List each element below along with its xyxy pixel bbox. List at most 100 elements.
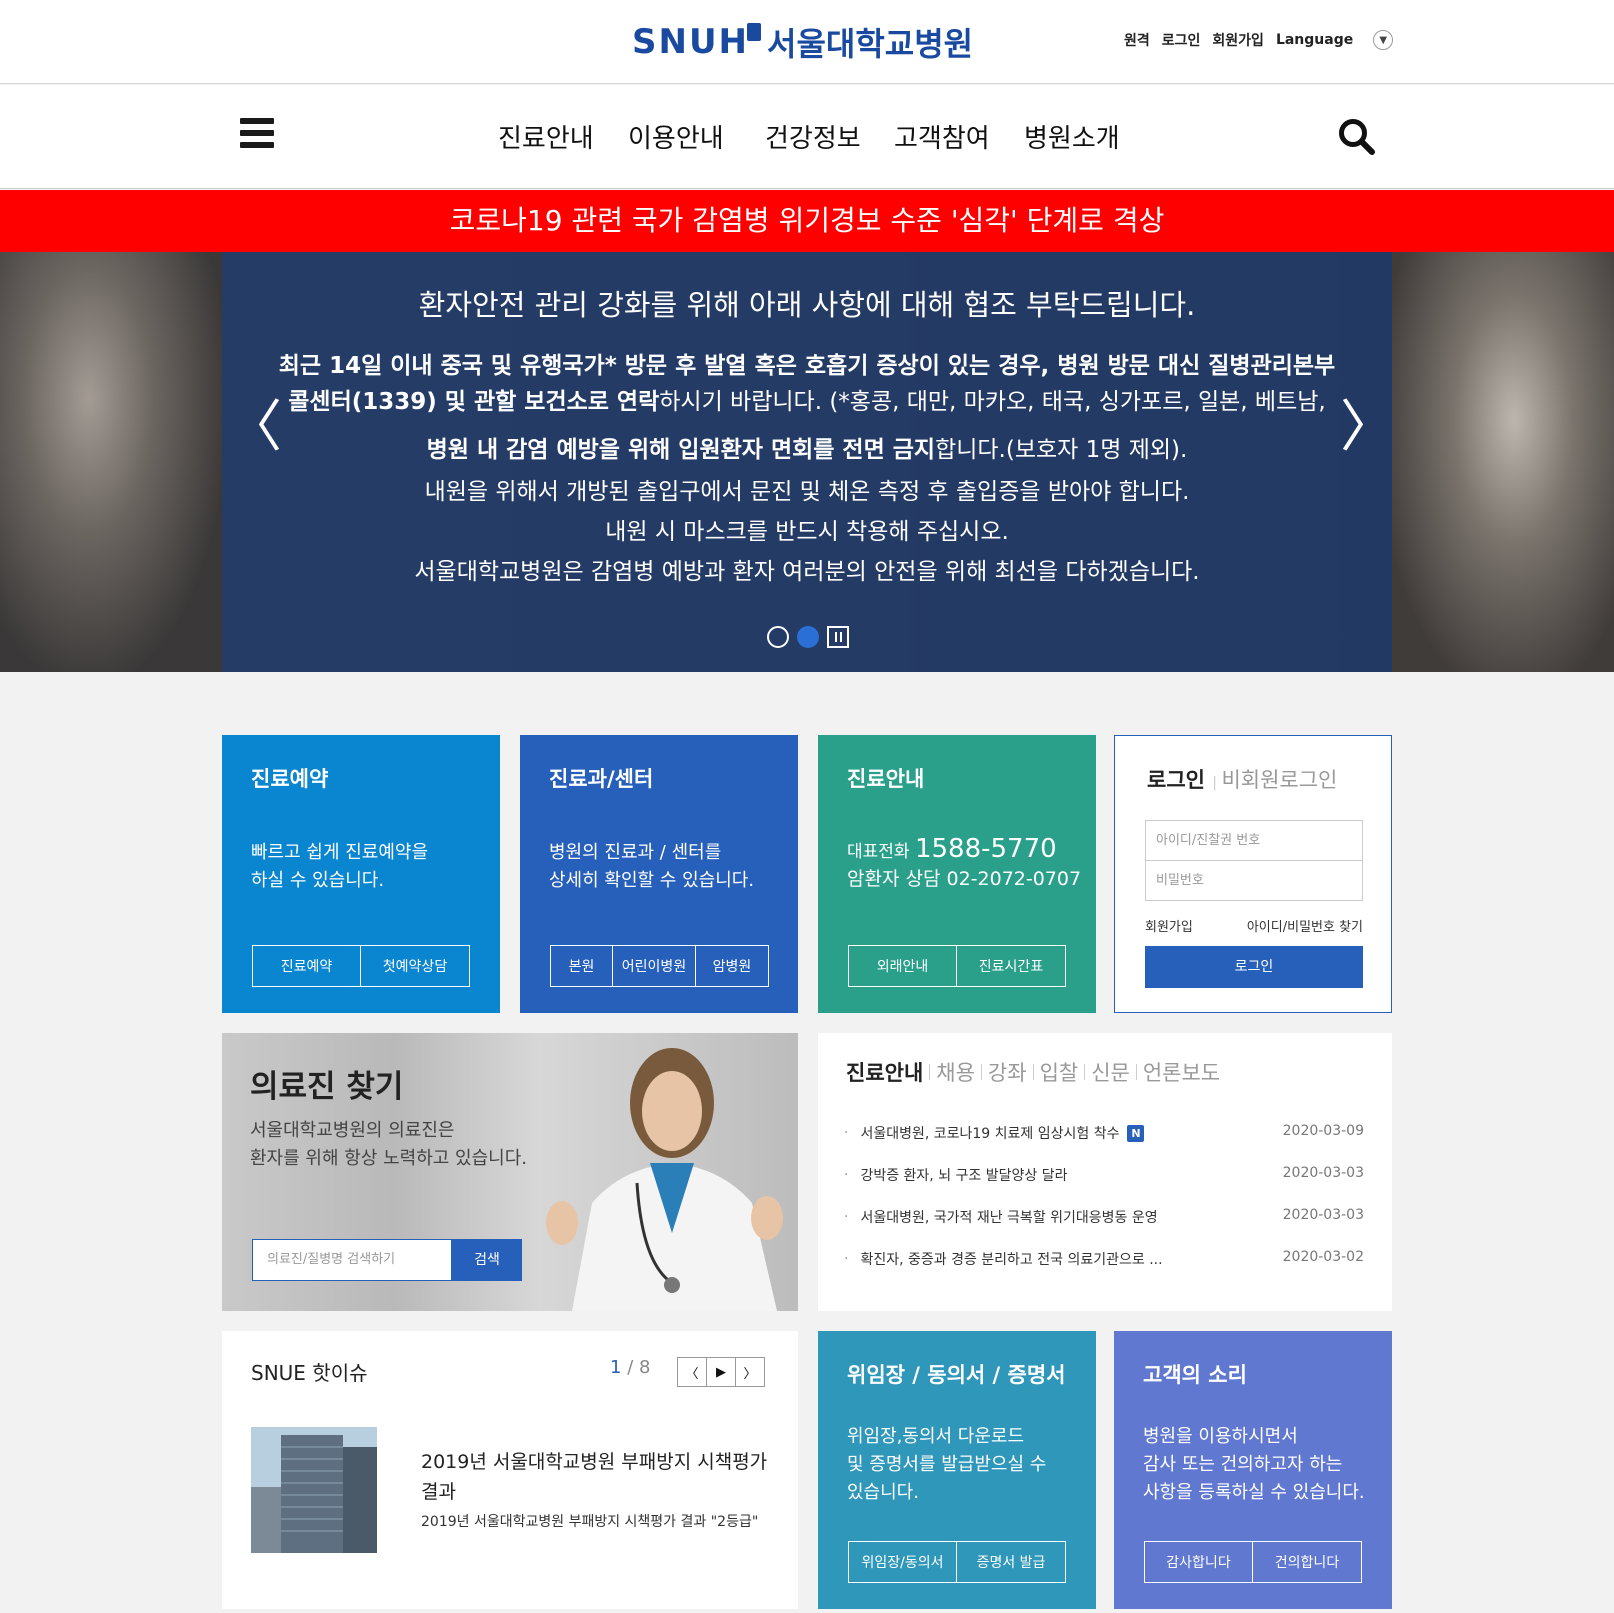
covid-alert-banner[interactable]: 코로나19 관련 국가 감염병 위기경보 수준 '심각' 단계로 격상 (0, 190, 1614, 252)
hero-notice-panel: 환자안전 관리 강화를 위해 아래 사항에 대해 협조 부탁드립니다. 최근 1… (222, 252, 1392, 672)
guest-login-tab[interactable]: 비회원로그인 (1221, 768, 1337, 792)
pause-icon[interactable] (827, 626, 849, 648)
suggestion-button[interactable]: 건의합니다 (1252, 1541, 1362, 1583)
news-date: 2020-03-09 (1282, 1123, 1364, 1139)
util-join-link[interactable]: 회원가입 (1212, 30, 1264, 50)
next-icon[interactable]: 〉 (735, 1357, 765, 1387)
hot-issue-card: SNUE 핫이슈 1 / 8 〈 ▶ 〉 2019년 서울대학교병원 부패방지 … (222, 1331, 798, 1609)
util-language-link[interactable]: Language (1276, 32, 1353, 48)
find-account-link[interactable]: 아이디/비밀번호 찾기 (1247, 916, 1363, 935)
doctor-photo (546, 1048, 783, 1311)
documents-desc: 위임장,동의서 다운로드 및 증명서를 발급받으실 수 있습니다. (847, 1423, 1046, 1507)
news-title[interactable]: 강박증 환자, 뇌 구조 발달양상 달라 (860, 1165, 1067, 1185)
customer-voice-desc-1: 병원을 이용하시면서 (1143, 1426, 1298, 1447)
slide-dot-2[interactable] (797, 626, 819, 648)
tab-recruit[interactable]: 채용 (936, 1057, 975, 1087)
customer-voice-card: 고객의 소리 병원을 이용하시면서 감사 또는 건의하고자 하는 사항을 등록하… (1114, 1331, 1392, 1609)
department-buttons: 본원 어린이병원 암병원 (550, 945, 769, 987)
news-row[interactable]: · 서울대병원, 국가적 재난 극복할 위기대응병동 운영 2020-03-03 (844, 1207, 1364, 1227)
hamburger-menu-icon[interactable] (240, 118, 274, 148)
login-button[interactable]: 로그인 (1145, 946, 1363, 988)
hot-issue-thumbnail[interactable] (251, 1427, 377, 1553)
clinic-guide-buttons: 외래안내 진료시간표 (848, 945, 1066, 987)
reservation-title: 진료예약 (251, 767, 329, 791)
chevron-down-icon[interactable]: ▼ (1373, 30, 1394, 50)
prev-icon[interactable]: 〈 (677, 1357, 707, 1387)
id-field[interactable]: 아이디/진찰권 번호 (1145, 820, 1363, 861)
reservation-button[interactable]: 진료예약 (252, 945, 361, 987)
news-title[interactable]: 서울대병원, 코로나19 치료제 임상시험 착수 (860, 1123, 1119, 1143)
department-desc-1: 병원의 진료과 / 센터를 (549, 842, 722, 863)
find-doctor-desc-2: 환자를 위해 항상 노력하고 있습니다. (250, 1148, 528, 1169)
reservation-desc-2: 하실 수 있습니다. (251, 870, 385, 891)
new-badge: N (1127, 1124, 1145, 1142)
hot-issue-title: SNUE 핫이슈 (251, 1361, 368, 1385)
first-reservation-button[interactable]: 첫예약상담 (360, 945, 470, 987)
news-title[interactable]: 확진자, 중증과 경증 분리하고 전국 의료기관으로 ... (860, 1249, 1162, 1269)
hero-prev-arrow-icon[interactable]: 〈 (226, 400, 282, 456)
util-login-link[interactable]: 로그인 (1162, 30, 1201, 50)
hot-issue-pager: 1 / 8 (610, 1357, 650, 1378)
hero-pagination (767, 626, 849, 648)
department-title: 진료과/센터 (549, 767, 654, 791)
documents-desc-2: 및 증명서를 발급받으실 수 (847, 1454, 1047, 1475)
certificate-issue-button[interactable]: 증명서 발급 (956, 1541, 1066, 1583)
hero-line-3-rest: 합니다.(보호자 1명 제외). (935, 437, 1188, 463)
schedule-button[interactable]: 진료시간표 (956, 945, 1066, 987)
documents-desc-3: 있습니다. (847, 1482, 919, 1503)
find-doctor-desc-1: 서울대학교병원의 의료진은 (250, 1120, 455, 1141)
hot-issue-total: / 8 (627, 1357, 651, 1378)
hero-next-arrow-icon[interactable]: 〉 (1340, 400, 1396, 456)
childrens-hospital-button[interactable]: 어린이병원 (612, 945, 696, 987)
gnb-item-health-info[interactable]: 건강정보 (765, 118, 861, 155)
hero-title: 환자안전 관리 강화를 위해 아래 사항에 대해 협조 부탁드립니다. (418, 288, 1196, 322)
find-doctor-desc: 서울대학교병원의 의료진은 환자를 위해 항상 노력하고 있습니다. (250, 1117, 527, 1173)
gnb-item-about[interactable]: 병원소개 (1024, 118, 1120, 155)
tab-clinic-news[interactable]: 진료안내 (846, 1057, 923, 1087)
hero-line-2-bold: 콜센터(1339) 및 관할 보건소로 연락 (288, 389, 660, 415)
news-tabs: 진료안내 채용 강좌 입찰 신문 언론보도 (846, 1057, 1220, 1087)
outpatient-guide-button[interactable]: 외래안내 (848, 945, 957, 987)
department-card: 진료과/센터 병원의 진료과 / 센터를 상세히 확인할 수 있습니다. 본원 … (520, 735, 798, 1013)
reservation-desc-1: 빠르고 쉽게 진료예약을 (251, 842, 429, 863)
tab-newspaper[interactable]: 신문 (1091, 1057, 1130, 1087)
gnb-item-usage-guide[interactable]: 이용안내 (628, 118, 724, 155)
consent-download-button[interactable]: 위임장/동의서 (848, 1541, 957, 1583)
hero-line-3: 병원 내 감염 예방을 위해 입원환자 면회를 전면 금지합니다.(보호자 1명… (222, 432, 1392, 468)
join-link[interactable]: 회원가입 (1145, 916, 1193, 935)
password-field[interactable]: 비밀번호 (1145, 860, 1363, 901)
clinic-guide-card: 진료안내 대표전화 1588-5770 암환자 상담 02-2072-0707 … (818, 735, 1096, 1013)
news-title[interactable]: 서울대병원, 국가적 재난 극복할 위기대응병동 운영 (860, 1207, 1157, 1227)
compliment-button[interactable]: 감사합니다 (1144, 1541, 1253, 1583)
doctor-search-button[interactable]: 검색 (452, 1239, 522, 1281)
util-remote-link[interactable]: 원격 (1124, 30, 1150, 50)
hospital-logo[interactable]: SNUH 서울대학교병원 (632, 18, 973, 66)
hero-line-3-bold: 병원 내 감염 예방을 위해 입원환자 면회를 전면 금지 (426, 437, 936, 463)
gnb-item-clinic-guide[interactable]: 진료안내 (498, 118, 594, 155)
tab-bid[interactable]: 입찰 (1040, 1057, 1079, 1087)
news-card: 진료안내 채용 강좌 입찰 신문 언론보도 · 서울대병원, 코로나19 치료제 … (818, 1033, 1392, 1311)
clinic-guide-title: 진료안내 (847, 767, 925, 791)
customer-voice-buttons: 감사합니다 건의합니다 (1144, 1541, 1362, 1583)
hero-photo-left (0, 252, 222, 672)
slide-dot-1[interactable] (767, 626, 789, 648)
gnb-item-customer[interactable]: 고객참여 (894, 118, 990, 155)
department-desc-2: 상세히 확인할 수 있습니다. (549, 870, 755, 891)
hot-issue-headline[interactable]: 2019년 서울대학교병원 부패방지 시책평가 결과 (421, 1447, 781, 1507)
search-icon[interactable] (1337, 117, 1375, 155)
logo-en: SNUH (632, 22, 750, 62)
customer-voice-title: 고객의 소리 (1143, 1363, 1247, 1387)
tab-lecture[interactable]: 강좌 (988, 1057, 1027, 1087)
hero-photo-right (1392, 252, 1614, 672)
main-hospital-button[interactable]: 본원 (550, 945, 613, 987)
doctor-search-input[interactable]: 의료진/질병명 검색하기 (252, 1239, 452, 1281)
documents-card: 위임장 / 동의서 / 증명서 위임장,동의서 다운로드 및 증명서를 발급받으… (818, 1331, 1096, 1609)
login-tab[interactable]: 로그인 (1147, 768, 1205, 792)
news-row[interactable]: · 강박증 환자, 뇌 구조 발달양상 달라 2020-03-03 (844, 1165, 1364, 1185)
news-date: 2020-03-03 (1282, 1207, 1364, 1223)
news-row[interactable]: · 서울대병원, 코로나19 치료제 임상시험 착수 N 2020-03-09 (844, 1123, 1364, 1143)
tab-press[interactable]: 언론보도 (1143, 1057, 1220, 1087)
news-row[interactable]: · 확진자, 중증과 경증 분리하고 전국 의료기관으로 ... 2020-03-… (844, 1249, 1364, 1269)
cancer-hospital-button[interactable]: 암병원 (695, 945, 769, 987)
play-icon[interactable]: ▶ (706, 1357, 736, 1387)
